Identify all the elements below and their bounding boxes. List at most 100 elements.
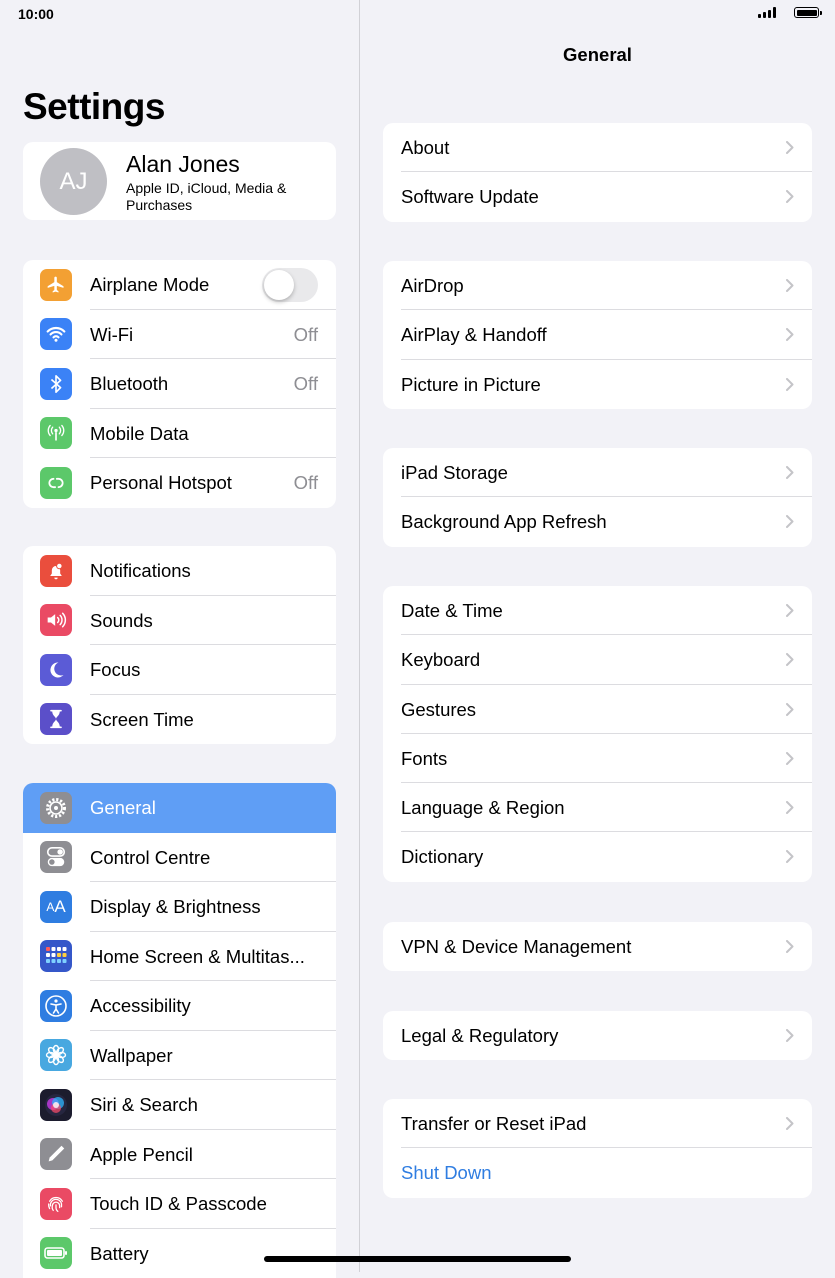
chevron-right-icon [786, 604, 794, 617]
general-item-label: Software Update [401, 172, 539, 221]
chevron-right-icon [786, 752, 794, 765]
detail-title: General [360, 44, 835, 66]
sidebar-item-label: Apple Pencil [90, 1130, 193, 1180]
general-item-ipad-storage[interactable]: iPad Storage [383, 448, 812, 497]
sidebar-item-value: Off [294, 359, 318, 409]
general-item-label: Transfer or Reset iPad [401, 1099, 586, 1148]
sidebar-item-sounds[interactable]: Sounds [23, 596, 336, 646]
general-item-software-update[interactable]: Software Update [383, 172, 812, 221]
sidebar-item-mobile-data[interactable]: Mobile Data [23, 409, 336, 459]
sidebar-item-touch-id-passcode[interactable]: Touch ID & Passcode [23, 1179, 336, 1229]
general-item-gestures[interactable]: Gestures [383, 685, 812, 734]
sidebar-item-label: Wallpaper [90, 1031, 173, 1081]
sidebar-item-battery[interactable]: Battery [23, 1229, 336, 1278]
general-item-label: Gestures [401, 685, 476, 734]
general-item-label: Background App Refresh [401, 497, 607, 546]
hourglass-icon [40, 703, 72, 735]
text-size-icon: AA [40, 891, 72, 923]
flower-icon [40, 1039, 72, 1071]
chevron-right-icon [786, 653, 794, 666]
sidebar-item-home-screen[interactable]: Home Screen & Multitas... [23, 932, 336, 982]
sidebar-item-wifi[interactable]: Wi-Fi Off [23, 310, 336, 360]
bluetooth-icon [40, 368, 72, 400]
sidebar-title: Settings [23, 86, 165, 128]
pencil-icon [40, 1138, 72, 1170]
sidebar-item-bluetooth[interactable]: Bluetooth Off [23, 359, 336, 409]
sidebar-item-airplane-mode[interactable]: Airplane Mode [23, 260, 336, 310]
moon-icon [40, 654, 72, 686]
general-item-date-time[interactable]: Date & Time [383, 586, 812, 635]
sidebar-item-label: Control Centre [90, 833, 210, 883]
sidebar-item-control-centre[interactable]: Control Centre [23, 833, 336, 883]
chevron-right-icon [786, 378, 794, 391]
sidebar-item-label: Home Screen & Multitas... [90, 932, 305, 982]
general-item-keyboard[interactable]: Keyboard [383, 635, 812, 684]
general-item-picture-in-picture[interactable]: Picture in Picture [383, 360, 812, 409]
sidebar-group-notifications: Notifications Sounds Focus Screen Time [23, 546, 336, 744]
sidebar-group-connectivity: Airplane Mode Wi-Fi Off Bluetooth Off Mo… [23, 260, 336, 508]
general-item-transfer-reset[interactable]: Transfer or Reset iPad [383, 1099, 812, 1148]
sidebar-item-label: Focus [90, 645, 140, 695]
sidebar-item-personal-hotspot[interactable]: Personal Hotspot Off [23, 458, 336, 508]
general-group-vpn: VPN & Device Management [383, 922, 812, 971]
shut-down-button[interactable]: Shut Down [383, 1148, 812, 1197]
general-item-about[interactable]: About [383, 123, 812, 172]
general-item-label: VPN & Device Management [401, 922, 631, 971]
general-item-label: iPad Storage [401, 448, 508, 497]
sidebar-item-label: Airplane Mode [90, 260, 209, 310]
general-item-language-region[interactable]: Language & Region [383, 783, 812, 832]
general-item-fonts[interactable]: Fonts [383, 734, 812, 783]
general-item-label: Picture in Picture [401, 360, 541, 409]
general-item-background-app-refresh[interactable]: Background App Refresh [383, 497, 812, 546]
siri-icon [40, 1089, 72, 1121]
sidebar-group-system: General Control Centre AA Display & Brig… [23, 783, 336, 1278]
chevron-right-icon [786, 141, 794, 154]
general-item-label: Dictionary [401, 832, 483, 881]
sidebar-item-display-brightness[interactable]: AA Display & Brightness [23, 882, 336, 932]
general-item-label: Fonts [401, 734, 447, 783]
sidebar-item-label: Sounds [90, 596, 153, 646]
sidebar-item-label: Accessibility [90, 981, 191, 1031]
sidebar-item-focus[interactable]: Focus [23, 645, 336, 695]
sidebar-item-apple-pencil[interactable]: Apple Pencil [23, 1130, 336, 1180]
sidebar-item-accessibility[interactable]: Accessibility [23, 981, 336, 1031]
chevron-right-icon [786, 801, 794, 814]
wifi-icon [40, 318, 72, 350]
grid-icon [40, 940, 72, 972]
general-item-airplay-handoff[interactable]: AirPlay & Handoff [383, 310, 812, 359]
sidebar-item-screen-time[interactable]: Screen Time [23, 695, 336, 745]
general-item-label: About [401, 123, 449, 172]
general-item-vpn-device-management[interactable]: VPN & Device Management [383, 922, 812, 971]
antenna-icon [40, 417, 72, 449]
signal-icon [758, 7, 776, 18]
chevron-right-icon [786, 850, 794, 863]
sidebar-item-label: Personal Hotspot [90, 458, 232, 508]
general-item-label: Keyboard [401, 635, 480, 684]
chevron-right-icon [786, 940, 794, 953]
avatar: AJ [40, 148, 107, 215]
profile-subtitle: Apple ID, iCloud, Media & Purchases [126, 180, 306, 214]
home-indicator[interactable] [264, 1256, 571, 1262]
sidebar-item-label: Siri & Search [90, 1080, 198, 1130]
sidebar-item-wallpaper[interactable]: Wallpaper [23, 1031, 336, 1081]
sidebar-item-label: Battery [90, 1229, 149, 1278]
general-group-legal: Legal & Regulatory [383, 1011, 812, 1060]
airplane-icon [40, 269, 72, 301]
sidebar-item-label: Screen Time [90, 695, 194, 745]
sidebar-item-notifications[interactable]: Notifications [23, 546, 336, 596]
chevron-right-icon [786, 515, 794, 528]
chevron-right-icon [786, 1029, 794, 1042]
battery-icon [40, 1237, 72, 1269]
profile-card[interactable]: AJ Alan Jones Apple ID, iCloud, Media & … [23, 142, 336, 220]
general-item-airdrop[interactable]: AirDrop [383, 261, 812, 310]
sidebar-item-general[interactable]: General [23, 783, 336, 833]
general-group-locale: Date & Time Keyboard Gestures Fonts Lang… [383, 586, 812, 882]
bell-icon [40, 555, 72, 587]
general-group-reset: Transfer or Reset iPad Shut Down [383, 1099, 812, 1198]
general-item-legal-regulatory[interactable]: Legal & Regulatory [383, 1011, 812, 1060]
sidebar-item-siri-search[interactable]: Siri & Search [23, 1080, 336, 1130]
accessibility-icon [40, 990, 72, 1022]
battery-status-icon [794, 7, 819, 18]
airplane-mode-toggle[interactable] [262, 268, 318, 302]
general-item-dictionary[interactable]: Dictionary [383, 832, 812, 881]
